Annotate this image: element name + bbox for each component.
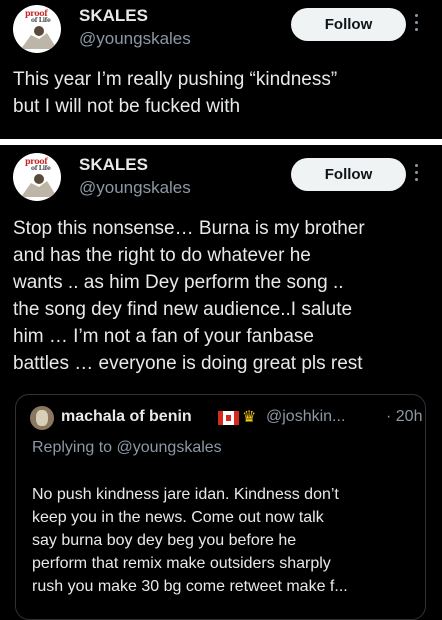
quoted-author-name[interactable]: machala of benin [61,408,192,426]
avatar[interactable]: proof of Life [13,153,61,201]
author-handle[interactable]: @youngskales [79,29,191,49]
tweet-card-2: proof of Life SKALES @youngskales Follow… [0,145,442,620]
follow-button[interactable]: Follow [291,8,406,41]
follow-button[interactable]: Follow [291,158,406,191]
tweet-card-1: proof of Life SKALES @youngskales Follow… [0,0,442,139]
avatar-brand: proof of Life [25,8,51,24]
quoted-text: No push kindness jare idan. Kindness don… [32,486,348,595]
avatar[interactable]: proof of Life [13,5,61,53]
quoted-tweet[interactable]: machala of benin ♛ @joshkin... · 20h Rep… [15,394,426,620]
quoted-author-handle[interactable]: @joshkin... [266,408,345,426]
author-name[interactable]: SKALES [79,6,148,26]
author-name[interactable]: SKALES [79,155,148,175]
canada-flag-icon [218,411,239,425]
avatar-brand: proof of Life [25,156,51,172]
crown-icon: ♛ [242,407,257,426]
author-handle[interactable]: @youngskales [79,178,191,198]
quoted-timestamp[interactable]: · 20h [386,408,422,426]
more-vertical-icon[interactable] [414,14,420,34]
quoted-avatar[interactable] [30,406,54,430]
replying-to: Replying to @youngskales [32,439,222,456]
tweet-text: This year I’m really pushing “kindness” … [13,69,338,117]
tweet-text: Stop this nonsense… Burna is my brother … [13,218,365,374]
more-vertical-icon[interactable] [414,164,420,184]
